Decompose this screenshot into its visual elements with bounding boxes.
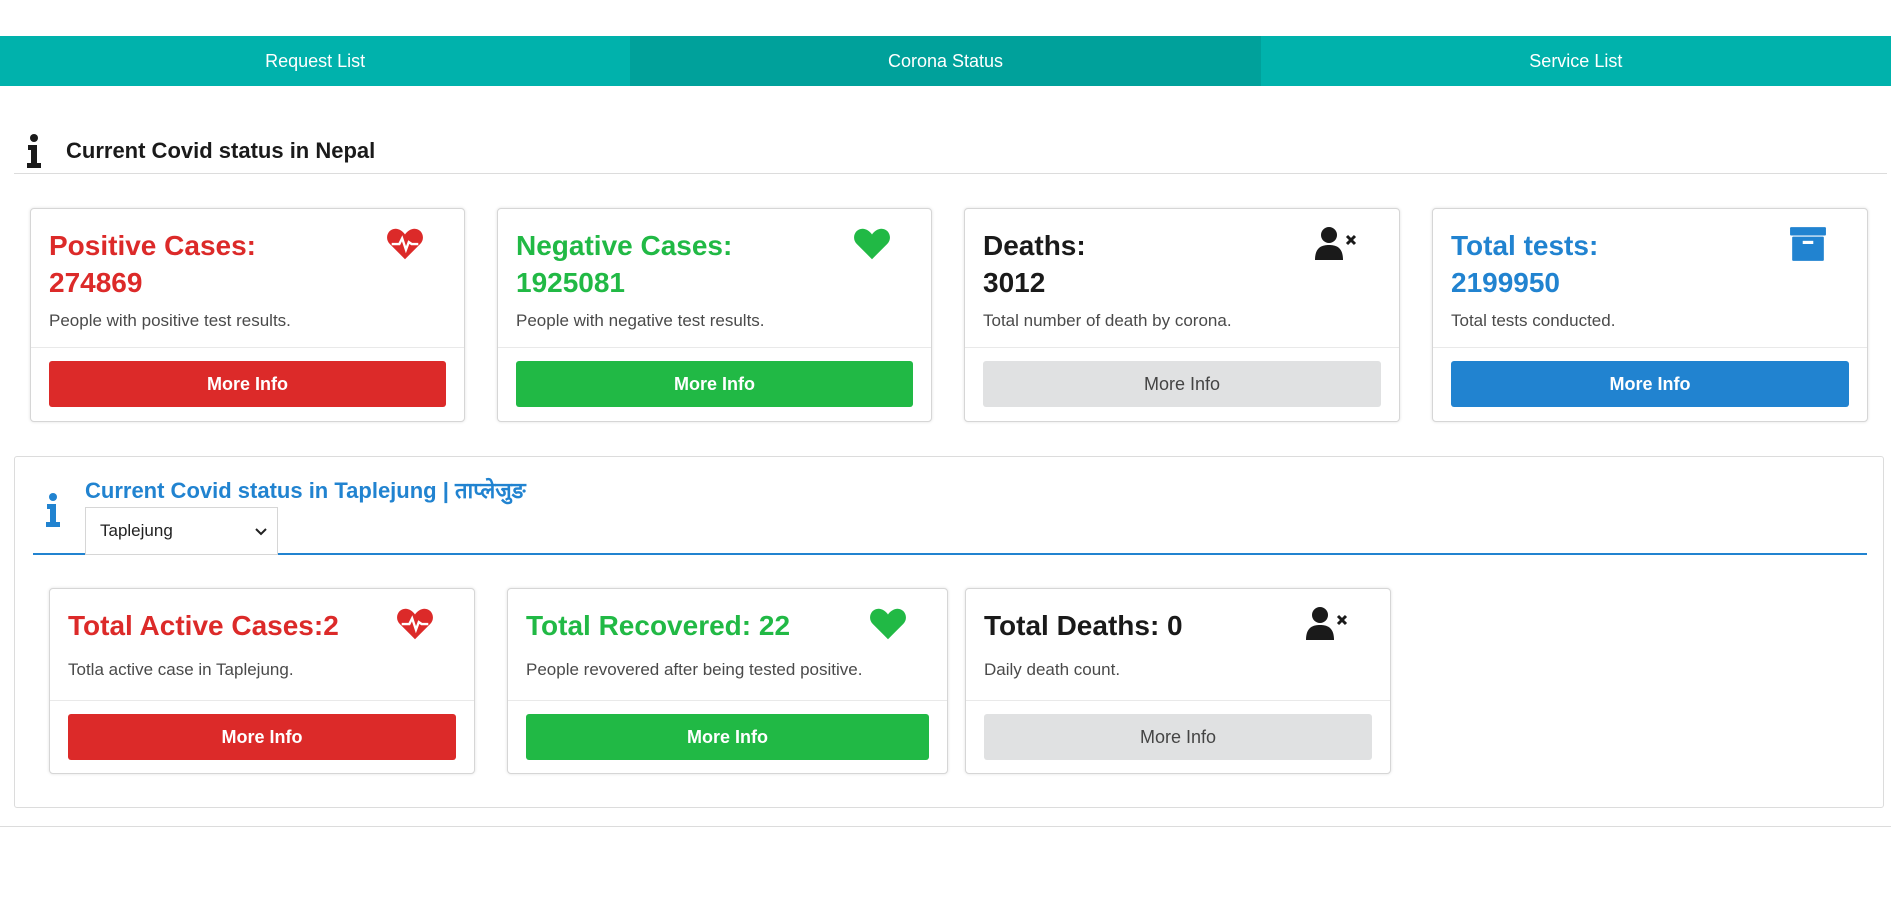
positive-more-info-button[interactable]: More Info: [49, 361, 446, 407]
tab-request-list[interactable]: Request List: [0, 36, 630, 86]
negative-cases-card: Negative Cases: 1925081 People with nega…: [497, 208, 932, 422]
recovered-more-info-button[interactable]: More Info: [526, 714, 929, 760]
negative-cases-value: 1925081: [516, 267, 626, 298]
district-panel: Current Covid status in Taplejung | ताप्…: [14, 456, 1884, 808]
national-title: Current Covid status in Nepal: [66, 137, 376, 163]
chevron-down-icon: [255, 528, 267, 536]
heart-icon: [854, 228, 890, 260]
national-section-header: Current Covid status in Nepal: [14, 128, 1887, 174]
district-select-value: Taplejung: [100, 521, 173, 540]
active-cases-card: Total Active Cases:2 Totla active case i…: [49, 588, 475, 774]
district-select[interactable]: Taplejung: [85, 507, 278, 555]
user-remove-icon: [1306, 607, 1348, 640]
recovered-description: People revovered after being tested posi…: [526, 660, 863, 679]
positive-cases-value: 274869: [49, 267, 143, 298]
heartbeat-icon: [397, 608, 433, 640]
info-icon: [14, 133, 54, 168]
heart-icon: [870, 608, 906, 640]
recovered-card: Total Recovered: 22 People revovered aft…: [507, 588, 948, 774]
district-header: Current Covid status in Taplejung | ताप्…: [33, 465, 1867, 555]
negative-more-info-button[interactable]: More Info: [516, 361, 913, 407]
user-remove-icon: [1315, 227, 1357, 260]
footer-divider: [0, 826, 1891, 827]
deaths-value: 3012: [983, 267, 1046, 298]
positive-cases-description: People with positive test results.: [49, 311, 291, 330]
heartbeat-icon: [387, 228, 423, 260]
total-tests-value: 2199950: [1451, 267, 1561, 298]
district-title: Current Covid status in Taplejung | ताप्…: [85, 478, 526, 503]
district-deaths-more-info-button[interactable]: More Info: [984, 714, 1372, 760]
tab-service-list[interactable]: Service List: [1261, 36, 1891, 86]
tab-corona-status[interactable]: Corona Status: [630, 36, 1261, 86]
archive-icon: [1790, 227, 1826, 261]
district-deaths-card: Total Deaths: 0 Daily death count. More …: [965, 588, 1391, 774]
total-tests-card: Total tests: 2199950 Total tests conduct…: [1432, 208, 1868, 422]
top-nav: Request List Corona Status Service List: [0, 36, 1891, 86]
positive-cases-card: Positive Cases: 274869 People with posit…: [30, 208, 465, 422]
total-tests-more-info-button[interactable]: More Info: [1451, 361, 1849, 407]
deaths-description: Total number of death by corona.: [983, 311, 1232, 330]
active-more-info-button[interactable]: More Info: [68, 714, 456, 760]
deaths-card: Deaths: 3012 Total number of death by co…: [964, 208, 1400, 422]
info-icon: [33, 493, 73, 527]
district-deaths-description: Daily death count.: [984, 660, 1121, 679]
negative-cases-description: People with negative test results.: [516, 311, 765, 330]
total-tests-description: Total tests conducted.: [1451, 311, 1616, 330]
active-cases-description: Totla active case in Taplejung.: [68, 660, 294, 679]
deaths-more-info-button[interactable]: More Info: [983, 361, 1381, 407]
